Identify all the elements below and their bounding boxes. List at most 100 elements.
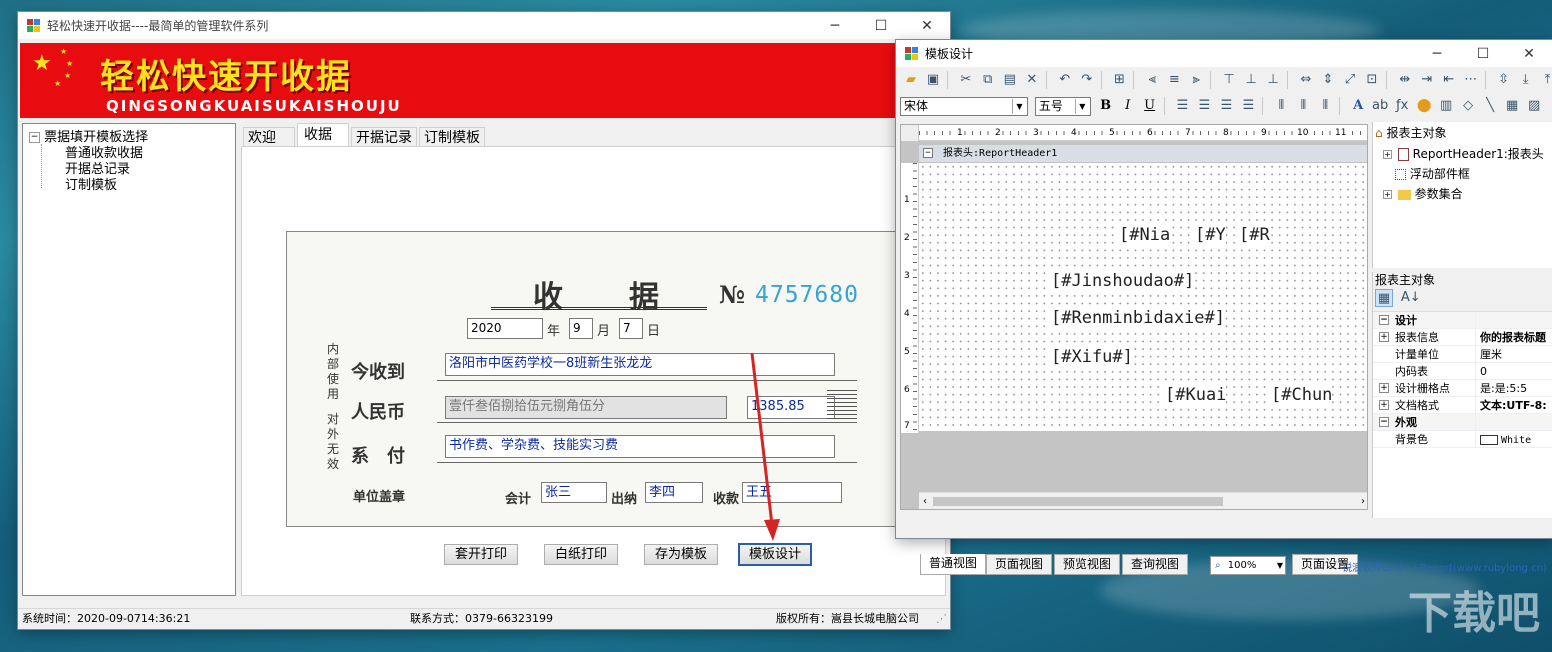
object-tree-root[interactable]: ⌂ 报表主对象 (1375, 124, 1446, 141)
image-icon[interactable]: ⬤ (1415, 97, 1433, 115)
same-height-icon[interactable]: ⇕ (1319, 71, 1337, 89)
text-box-icon[interactable]: A (1349, 97, 1367, 115)
fit-grid-icon[interactable]: ⊡ (1363, 71, 1381, 89)
redo-icon[interactable]: ↷ (1078, 71, 1096, 89)
undo-icon[interactable]: ↶ (1056, 71, 1074, 89)
object-tree-item-float[interactable]: 浮动部件框 (1395, 165, 1470, 182)
tab-page-view[interactable]: 页面视图 (986, 554, 1053, 575)
tree-item-custom[interactable]: 订制模板 (65, 174, 117, 193)
field-box-icon[interactable]: ab (1371, 97, 1389, 115)
cashier-field[interactable]: 李四 (645, 482, 703, 503)
delete-icon[interactable]: ✕ (1023, 71, 1041, 89)
text-justify-icon[interactable]: ☰ (1239, 97, 1257, 115)
section-collapse-icon[interactable]: − (923, 148, 933, 158)
italic-icon[interactable]: I (1119, 97, 1137, 115)
h-dec-icon[interactable]: ⇤ (1440, 71, 1458, 89)
prop-row-unit[interactable]: 计量单位 厘米 (1373, 346, 1552, 363)
object-tree-item-header[interactable]: + ReportHeader1:报表头 (1383, 145, 1544, 162)
shape-icon[interactable]: ◇ (1459, 97, 1477, 115)
select-all-icon[interactable]: ⊞ (1110, 71, 1128, 89)
accountant-field[interactable]: 张三 (541, 482, 607, 503)
tab-normal-view[interactable]: 普通视图 (920, 554, 987, 575)
collapse-icon[interactable]: − (1379, 417, 1389, 427)
month-field[interactable]: 9 (569, 318, 593, 339)
prop-row-report-info[interactable]: + 报表信息 你的报表标题 (1373, 329, 1552, 346)
text-align-left-icon[interactable]: ☰ (1173, 97, 1191, 115)
v-dec-icon[interactable]: ⤒ (1539, 71, 1550, 89)
prop-row-inner-code[interactable]: 内码表 0 (1373, 363, 1552, 380)
expand-icon[interactable]: + (1383, 190, 1392, 199)
save-template-button[interactable]: 存为模板 (644, 544, 718, 565)
collapse-icon[interactable]: − (29, 132, 40, 143)
field-jinshoudao[interactable]: [#Jinshoudao#] (1051, 271, 1195, 291)
open-icon[interactable]: ▰ (902, 71, 920, 89)
subreport-icon[interactable]: ▦ (1503, 97, 1521, 115)
designer-close-button[interactable]: ✕ (1506, 40, 1552, 67)
field-xifu[interactable]: [#Xifu#] (1051, 347, 1133, 367)
line-icon[interactable]: ╲ (1481, 97, 1499, 115)
field-yue[interactable]: [#Y (1195, 225, 1226, 245)
year-field[interactable]: 2020 (467, 318, 543, 339)
zoom-control[interactable]: ⌕ 100% ▼ (1210, 556, 1286, 575)
dropdown-arrow-icon[interactable]: ▼ (1074, 98, 1089, 114)
align-middle-icon[interactable]: ⊥ (1242, 71, 1260, 89)
categorized-icon[interactable]: ▦ (1375, 289, 1393, 307)
object-tree-item-params[interactable]: + 参数集合 (1383, 185, 1463, 202)
font-name-select[interactable]: 宋体 ▼ (900, 96, 1028, 116)
align-center-icon[interactable]: ≡ (1165, 71, 1183, 89)
tab-welcome[interactable]: 欢迎 (243, 127, 295, 147)
horizontal-scrollbar[interactable]: ‹ › (919, 492, 1367, 509)
field-ri[interactable]: [#R (1239, 225, 1270, 245)
v-inc-icon[interactable]: ⤓ (1517, 71, 1535, 89)
tab-preview-view[interactable]: 预览视图 (1054, 554, 1121, 575)
bold-icon[interactable]: B (1097, 97, 1115, 115)
system-var-icon[interactable]: ƒx (1393, 97, 1411, 115)
resize-grip-icon[interactable]: ⋰ (936, 609, 947, 629)
prop-row-grid[interactable]: + 设计栅格点 是:是:5:5 (1373, 380, 1552, 397)
v-space-icon[interactable]: ⇳ (1495, 71, 1513, 89)
h-space-icon[interactable]: ⇹ (1396, 71, 1414, 89)
valign-top-icon[interactable]: ⦀ (1272, 97, 1290, 115)
field-chuna[interactable]: [#Chun (1271, 385, 1333, 405)
cut-icon[interactable]: ✂ (957, 71, 975, 89)
tab-records[interactable]: 开据记录 (351, 127, 417, 147)
same-width-icon[interactable]: ⇔ (1297, 71, 1315, 89)
scroll-left-icon[interactable]: ‹ (923, 493, 927, 509)
h-zero-icon[interactable]: ⋯ (1462, 71, 1480, 89)
text-align-right-icon[interactable]: ☰ (1217, 97, 1235, 115)
text-align-center-icon[interactable]: ☰ (1195, 97, 1213, 115)
main-titlebar[interactable]: 轻松快速开收据----最简单的管理软件系列 ─ ☐ ✕ (18, 12, 950, 39)
tab-receipt[interactable]: 收据 (297, 123, 349, 148)
chart-icon[interactable]: ▨ (1525, 97, 1543, 115)
barcode-icon[interactable]: ▥ (1437, 97, 1455, 115)
prop-row-bgcolor[interactable]: 背景色 White (1373, 431, 1552, 448)
scroll-right-icon[interactable]: › (1361, 493, 1365, 509)
close-button[interactable]: ✕ (904, 12, 950, 39)
print-blank-button[interactable]: 白纸打印 (544, 544, 618, 565)
paste-icon[interactable]: ▤ (1001, 71, 1019, 89)
tab-custom[interactable]: 订制模板 (419, 127, 485, 147)
field-renminbidaxie[interactable]: [#Renminbidaxie#] (1051, 308, 1225, 328)
field-kuaiji[interactable]: [#Kuai (1165, 385, 1227, 405)
print-template-button[interactable]: 套开打印 (444, 544, 518, 565)
expand-icon[interactable]: + (1379, 400, 1389, 410)
maximize-button[interactable]: ☐ (858, 12, 904, 39)
align-bottom-icon[interactable]: ⊥ (1264, 71, 1282, 89)
tab-query-view[interactable]: 查询视图 (1122, 554, 1189, 575)
expand-icon[interactable]: + (1383, 150, 1392, 159)
expand-icon[interactable]: + (1379, 383, 1389, 393)
align-right-icon[interactable]: ⫸ (1187, 71, 1205, 89)
sort-az-icon[interactable]: A↓ (1401, 289, 1421, 307)
valign-middle-icon[interactable]: ⦀ (1294, 97, 1312, 115)
section-header[interactable]: − 报表头:ReportHeader1 (919, 145, 1367, 162)
design-surface[interactable]: [#Nia [#Y [#R [#Jinshoudao#] [#Renminbid… (919, 163, 1367, 431)
expand-icon[interactable]: + (1379, 332, 1389, 342)
designer-minimize-button[interactable]: ─ (1414, 40, 1460, 67)
dropdown-arrow-icon[interactable]: ▼ (1277, 557, 1283, 574)
align-top-icon[interactable]: ⊤ (1220, 71, 1238, 89)
field-nian[interactable]: [#Nia (1119, 225, 1171, 245)
prop-row-doc-format[interactable]: + 文档格式 文本:UTF-8: (1373, 397, 1552, 414)
scroll-thumb[interactable] (933, 497, 1223, 506)
same-size-icon[interactable]: ⤢ (1341, 71, 1359, 89)
align-left-icon[interactable]: ⫷ (1143, 71, 1161, 89)
